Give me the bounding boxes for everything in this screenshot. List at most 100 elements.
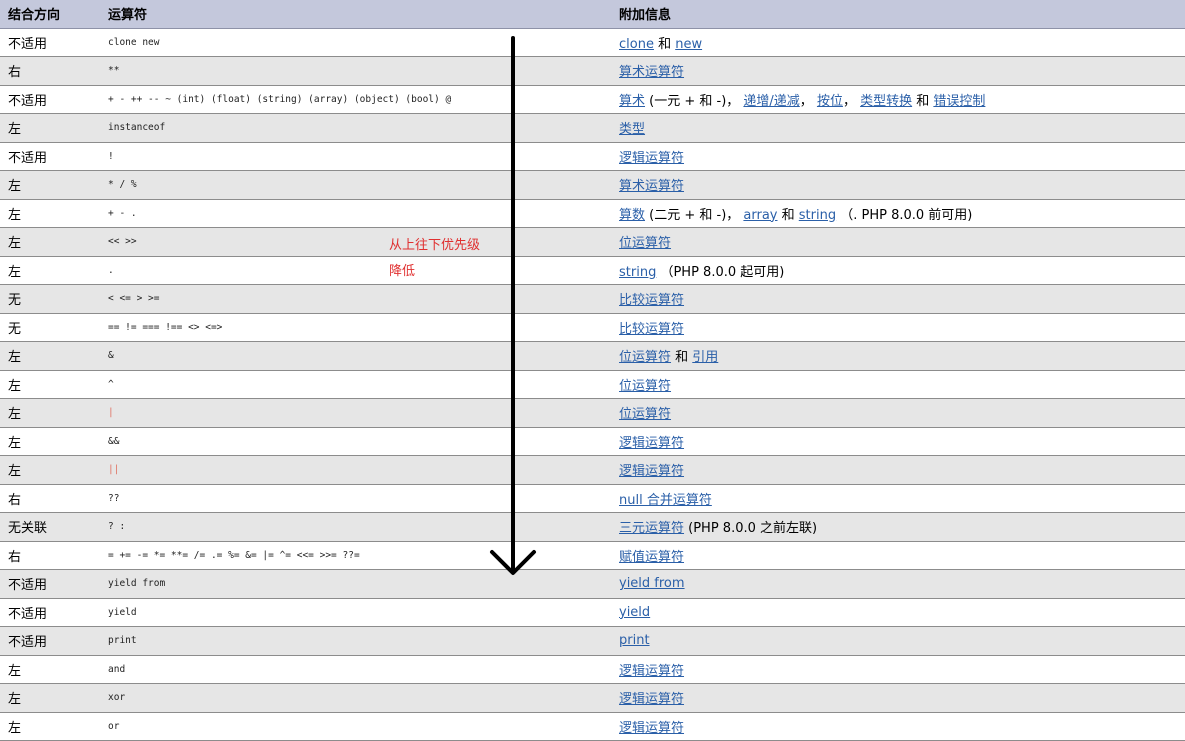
doc-link[interactable]: 算术运算符 — [619, 179, 684, 194]
table-row: 不适用 + - ++ -- ~ (int) (float) (string) (a… — [0, 85, 1185, 114]
doc-link[interactable]: 类型转换 — [860, 94, 912, 109]
operators-cell: & — [100, 341, 611, 371]
doc-link[interactable]: 类型 — [619, 122, 645, 137]
doc-link[interactable]: 算数 — [619, 208, 645, 223]
additional-info-cell: null 合并运算符 — [611, 484, 1185, 513]
table-row: 右?? null 合并运算符 — [0, 484, 1185, 513]
associativity-cell: 不适用 — [0, 142, 100, 171]
doc-link[interactable]: clone — [619, 37, 654, 52]
info-text: （PHP 8.0.0 起可用) — [656, 264, 785, 280]
doc-link[interactable]: 逻辑运算符 — [619, 464, 684, 479]
operators-text: && — [108, 435, 120, 447]
operators-text: ! — [108, 150, 114, 162]
doc-link[interactable]: 按位 — [817, 94, 843, 109]
operators-cell: instanceof — [100, 113, 611, 143]
doc-link[interactable]: array — [743, 208, 777, 223]
doc-link[interactable]: yield — [619, 605, 650, 620]
additional-info-cell: 位运算符 — [611, 398, 1185, 428]
operators-cell: yield from — [100, 569, 611, 599]
doc-link[interactable]: 引用 — [692, 350, 718, 365]
doc-link[interactable]: 错误控制 — [933, 94, 985, 109]
associativity-cell: 不适用 — [0, 85, 100, 114]
doc-link[interactable]: 逻辑运算符 — [619, 692, 684, 707]
doc-link[interactable]: 比较运算符 — [619, 322, 684, 337]
info-text: ， — [842, 93, 861, 109]
operators-text: . — [108, 264, 114, 276]
operators-cell: ? : — [100, 512, 611, 542]
associativity-cell: 左 — [0, 683, 100, 713]
additional-info-cell: 位运算符 — [611, 227, 1185, 257]
info-text: 和 — [671, 350, 693, 366]
doc-link[interactable]: 三元运算符 — [619, 521, 684, 536]
additional-info-cell: 逻辑运算符 — [611, 455, 1185, 485]
operators-cell: || — [100, 455, 611, 485]
doc-link[interactable]: 赋值运算符 — [619, 550, 684, 565]
doc-link[interactable]: print — [619, 633, 650, 648]
table-row: 左 and 逻辑运算符 — [0, 655, 1185, 684]
header-additional-info: 附加信息 — [611, 0, 1185, 29]
doc-link[interactable]: 位运算符 — [619, 236, 671, 251]
info-text: (PHP 8.0.0 之前左联) — [684, 521, 818, 537]
operators-text: || — [108, 464, 120, 476]
operators-text: * / % — [108, 179, 137, 191]
additional-info-cell: 赋值运算符 — [611, 541, 1185, 570]
precedence-annotation: 从上往下优先级 降低 — [389, 233, 480, 285]
doc-link[interactable]: 逻辑运算符 — [619, 664, 684, 679]
table-header-row: 结合方向 运算符 附加信息 — [0, 0, 1185, 29]
associativity-cell: 无 — [0, 284, 100, 314]
associativity-cell: 不适用 — [0, 569, 100, 599]
operators-cell: ! — [100, 142, 611, 171]
doc-link[interactable]: 递增/递减 — [743, 94, 799, 109]
operators-cell: + - ++ -- ~ (int) (float) (string) (arra… — [100, 85, 611, 114]
additional-info-cell: 算术运算符 — [611, 56, 1185, 86]
additional-info-cell: 类型 — [611, 113, 1185, 143]
doc-link[interactable]: 比较运算符 — [619, 293, 684, 308]
operators-text: instanceof — [108, 122, 166, 134]
associativity-cell: 右 — [0, 484, 100, 513]
doc-link[interactable]: 逻辑运算符 — [619, 151, 684, 166]
operators-cell: ** — [100, 56, 611, 86]
doc-link[interactable]: 位运算符 — [619, 407, 671, 422]
doc-link[interactable]: 逻辑运算符 — [619, 721, 684, 736]
associativity-cell: 左 — [0, 170, 100, 200]
additional-info-cell: 位运算符 — [611, 370, 1185, 399]
doc-link[interactable]: null 合并运算符 — [619, 493, 712, 508]
additional-info-cell: 算术运算符 — [611, 170, 1185, 200]
table-row: 不适用! 逻辑运算符 — [0, 142, 1185, 171]
table-row: 左 | 位运算符 — [0, 398, 1185, 428]
doc-link[interactable]: string — [799, 208, 836, 223]
doc-link[interactable]: string — [619, 265, 656, 280]
doc-link[interactable]: 位运算符 — [619, 350, 671, 365]
operators-text: + - . — [108, 207, 137, 219]
associativity-cell: 左 — [0, 427, 100, 456]
associativity-cell: 左 — [0, 113, 100, 143]
table-row: 无 == != === !== <> <=> 比较运算符 — [0, 313, 1185, 342]
doc-link[interactable]: yield from — [619, 576, 685, 591]
header-operators: 运算符 — [100, 0, 611, 29]
operators-text: << >> — [108, 236, 137, 248]
operators-text: xor — [108, 692, 126, 704]
associativity-cell: 左 — [0, 370, 100, 399]
doc-link[interactable]: new — [675, 37, 702, 52]
operators-cell: yield — [100, 598, 611, 627]
associativity-cell: 左 — [0, 455, 100, 485]
header-associativity: 结合方向 — [0, 0, 100, 29]
doc-link[interactable]: 逻辑运算符 — [619, 436, 684, 451]
operators-text: + - ++ -- ~ (int) (float) (string) (arra… — [108, 93, 452, 105]
additional-info-cell: string （PHP 8.0.0 起可用) — [611, 256, 1185, 285]
table-row: 左 || 逻辑运算符 — [0, 455, 1185, 485]
doc-link[interactable]: 算术 — [619, 94, 645, 109]
additional-info-cell: 比较运算符 — [611, 284, 1185, 314]
table-row: 左 ^ 位运算符 — [0, 370, 1185, 399]
associativity-cell: 左 — [0, 227, 100, 257]
associativity-cell: 左 — [0, 256, 100, 285]
doc-link[interactable]: 位运算符 — [619, 379, 671, 394]
doc-link[interactable]: 算术运算符 — [619, 65, 684, 80]
operators-text: & — [108, 350, 114, 362]
operators-cell: < <= > >= — [100, 284, 611, 314]
operators-cell: . — [100, 256, 611, 285]
table-row: 左. string （PHP 8.0.0 起可用) — [0, 256, 1185, 285]
table-row: 左 & 位运算符 和 引用 — [0, 341, 1185, 371]
associativity-cell: 无 — [0, 313, 100, 342]
annotation-line-2: 降低 — [389, 264, 416, 279]
